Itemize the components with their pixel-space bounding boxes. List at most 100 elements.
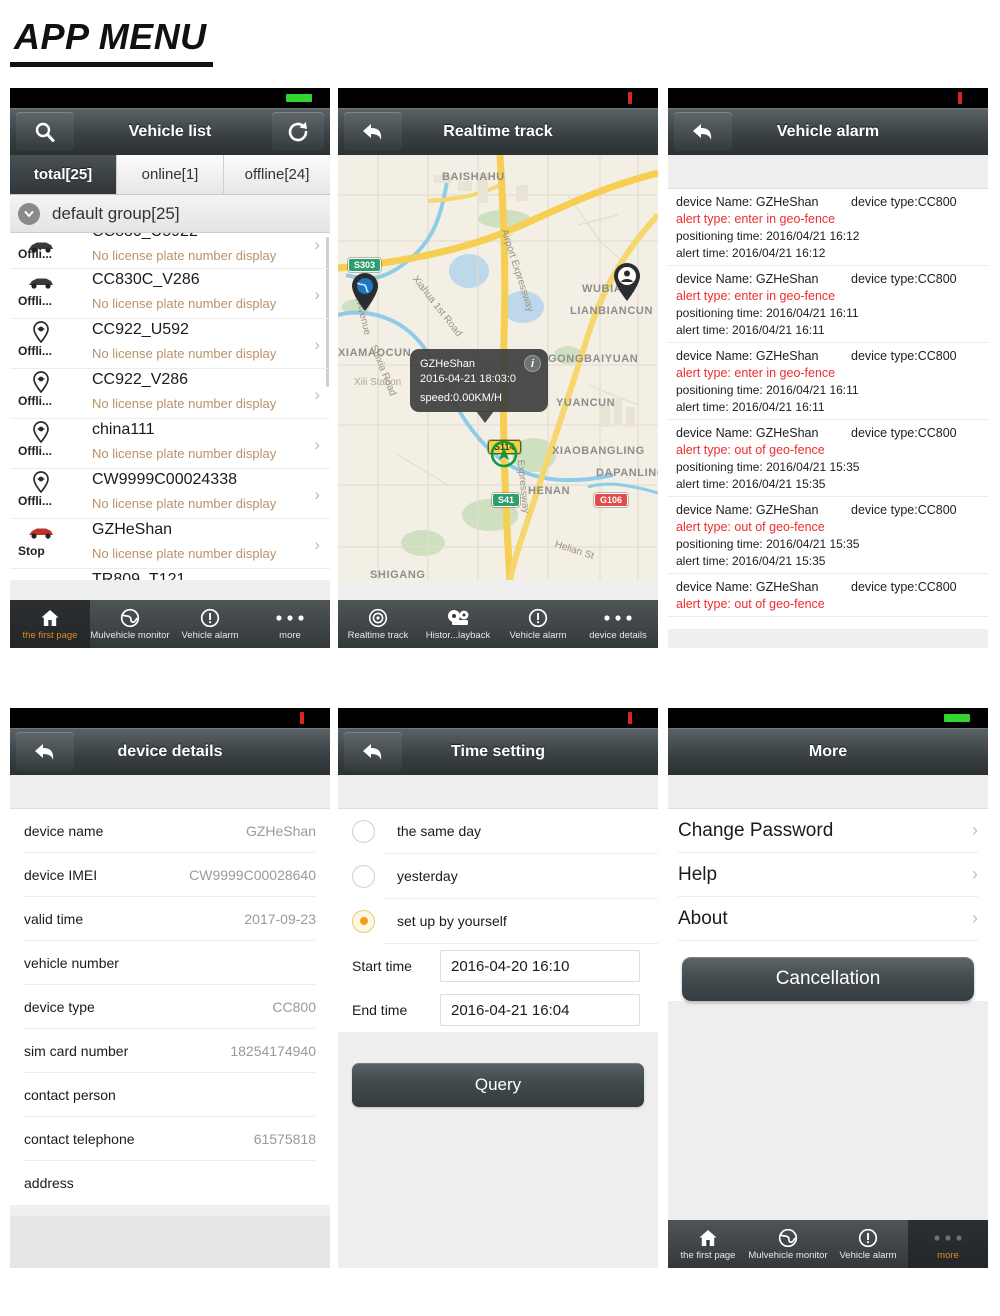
device-name-label: device Name:: [676, 195, 753, 209]
list-item[interactable]: device Name: GZHeShan device type:CC800 …: [668, 343, 988, 420]
ellipsis-icon: [931, 1227, 965, 1249]
more-item-label: Change Password: [678, 819, 834, 841]
details-subheader: [10, 775, 330, 809]
nav-more[interactable]: more: [250, 600, 330, 648]
nav-device-details[interactable]: device details: [578, 600, 658, 648]
vehicle-name: TR809_T121: [92, 571, 186, 580]
nav-first-page[interactable]: the first page: [10, 600, 90, 648]
field-label: contact person: [24, 1086, 116, 1103]
vehicle-plate: No license plate number display: [92, 248, 277, 263]
map-place-label: GONGBAIYUAN: [548, 353, 639, 365]
more-titlebar: More: [668, 728, 988, 775]
table-row[interactable]: TR809_T121 ›: [10, 569, 330, 580]
default-group-header[interactable]: default group[25]: [10, 195, 330, 233]
more-item-help[interactable]: Help ›: [678, 853, 978, 897]
time-subheader: [338, 775, 658, 809]
map-pin-icon: [24, 321, 58, 343]
more-item-about[interactable]: About ›: [678, 897, 978, 941]
radio-icon[interactable]: [352, 864, 375, 888]
end-time-input[interactable]: 2016-04-21 16:04: [440, 994, 640, 1026]
table-row[interactable]: CC830C_V286 Offli... No license plate nu…: [10, 269, 330, 319]
vehicle-status: Offli...: [18, 394, 52, 408]
back-arrow-icon[interactable]: [344, 112, 402, 151]
alert-time-value: 2016/04/21 15:35: [732, 554, 826, 568]
target-icon: [368, 607, 388, 629]
back-arrow-icon[interactable]: [16, 732, 74, 771]
alert-type-value: enter in geo-fence: [734, 289, 836, 303]
nav-more[interactable]: more: [908, 1220, 988, 1268]
query-button[interactable]: Query: [352, 1063, 644, 1107]
list-item[interactable]: device Name: GZHeShan device type:CC800 …: [668, 189, 988, 266]
car-red-icon: [24, 522, 58, 542]
battery-icon: [958, 92, 962, 104]
alert-time-value: 2016/04/21 16:11: [732, 400, 825, 414]
route-shield-g106: G106: [594, 493, 629, 507]
table-row[interactable]: GZHeShan Stop No license plate number di…: [10, 519, 330, 569]
home-icon: [40, 607, 60, 629]
person-pin-icon[interactable]: [612, 263, 642, 301]
map-place-label: LIANBIANCUN: [570, 305, 653, 317]
nav-multivehicle-monitor[interactable]: Mulvehicle monitor: [90, 600, 170, 648]
nav-label: Realtime track: [347, 630, 409, 641]
chevron-right-icon: ›: [314, 535, 320, 554]
start-time-input[interactable]: 2016-04-20 16:10: [440, 950, 640, 982]
radio-icon[interactable]: [352, 819, 375, 843]
list-item[interactable]: device Name: GZHeShan device type:CC800 …: [668, 574, 988, 617]
nav-label: the first page: [22, 630, 78, 641]
field-label: device IMEI: [24, 866, 98, 883]
back-arrow-icon[interactable]: [344, 732, 402, 771]
device-name-value: GZHeShan: [755, 580, 819, 594]
nav-history-playback[interactable]: Histor...layback: [418, 600, 498, 648]
list-item[interactable]: device Name: GZHeShan device type:CC800 …: [668, 266, 988, 343]
vehicle-rows-scroll[interactable]: CC830_U5922 Offli... No license plate nu…: [10, 233, 330, 580]
radio-option-custom[interactable]: set up by yourself: [338, 899, 658, 943]
nav-first-page[interactable]: the first page: [668, 1220, 748, 1268]
realtime-title: Realtime track: [443, 122, 553, 140]
tab-total[interactable]: total[25]: [10, 155, 117, 194]
back-arrow-icon[interactable]: [674, 112, 732, 151]
chevron-right-icon: ›: [972, 820, 978, 840]
screen-realtime-track: Realtime track BAISHAHU WUBIAN LIANBIANC…: [338, 88, 658, 648]
search-icon[interactable]: [16, 112, 74, 151]
more-item-change-password[interactable]: Change Password ›: [678, 809, 978, 853]
table-row: device name GZHeShan: [24, 809, 316, 853]
list-item[interactable]: device Name: GZHeShan device type:CC800 …: [668, 497, 988, 574]
radio-option-same-day[interactable]: the same day: [338, 809, 658, 853]
home-icon: [698, 1227, 718, 1249]
table-row[interactable]: china111 Offli... No license plate numbe…: [10, 419, 330, 469]
radio-icon-selected[interactable]: [352, 909, 375, 933]
battery-icon: [628, 92, 632, 104]
vehicle-marker-icon[interactable]: [490, 440, 518, 468]
alarm-list[interactable]: device Name: GZHeShan device type:CC800 …: [668, 189, 988, 629]
table-row[interactable]: CC922_U592 Offli... No license plate num…: [10, 319, 330, 369]
screen-time-setting: Time setting the same day yesterday set …: [338, 708, 658, 1268]
list-item[interactable]: device Name: GZHeShan device type:CC800 …: [668, 420, 988, 497]
cancellation-button[interactable]: Cancellation: [682, 957, 974, 1001]
nav-vehicle-alarm[interactable]: Vehicle alarm: [828, 1220, 908, 1268]
tab-offline[interactable]: offline[24]: [224, 155, 330, 194]
ellipsis-icon: [273, 607, 307, 629]
globe-pin-icon[interactable]: [350, 273, 380, 311]
nav-label: Mulvehicle monitor: [90, 630, 170, 641]
table-row[interactable]: CC830_U5922 Offli... No license plate nu…: [10, 233, 330, 269]
nav-multivehicle-monitor[interactable]: Mulvehicle monitor: [748, 1220, 828, 1268]
table-row[interactable]: CW9999C00024338 Offli... No license plat…: [10, 469, 330, 519]
page-title: APP MENU: [10, 16, 213, 67]
nav-realtime-track[interactable]: Realtime track: [338, 600, 418, 648]
alert-time-label: alert time:: [676, 400, 729, 414]
tab-online[interactable]: online[1]: [117, 155, 224, 194]
car-grey-icon: [24, 272, 58, 292]
chevron-right-icon: ›: [972, 908, 978, 928]
nav-vehicle-alarm[interactable]: Vehicle alarm: [498, 600, 578, 648]
info-icon[interactable]: i: [524, 355, 541, 372]
map-place-label: XIAOBANGLING: [552, 445, 645, 457]
nav-vehicle-alarm[interactable]: Vehicle alarm: [170, 600, 250, 648]
map-canvas[interactable]: BAISHAHU WUBIAN LIANBIANCUN XIAMAOCUN GO…: [338, 155, 658, 580]
refresh-icon[interactable]: [272, 112, 324, 151]
radio-option-yesterday[interactable]: yesterday: [338, 854, 658, 898]
vehicle-info-popup[interactable]: i GZHeShan 2016-04-21 18:03:0 speed:0.00…: [410, 349, 548, 423]
device-type-value: CC800: [917, 580, 957, 594]
vehicle-status: Offli...: [18, 494, 52, 508]
map-place-label: BAISHAHU: [442, 171, 505, 183]
table-row[interactable]: CC922_V286 Offli... No license plate num…: [10, 369, 330, 419]
